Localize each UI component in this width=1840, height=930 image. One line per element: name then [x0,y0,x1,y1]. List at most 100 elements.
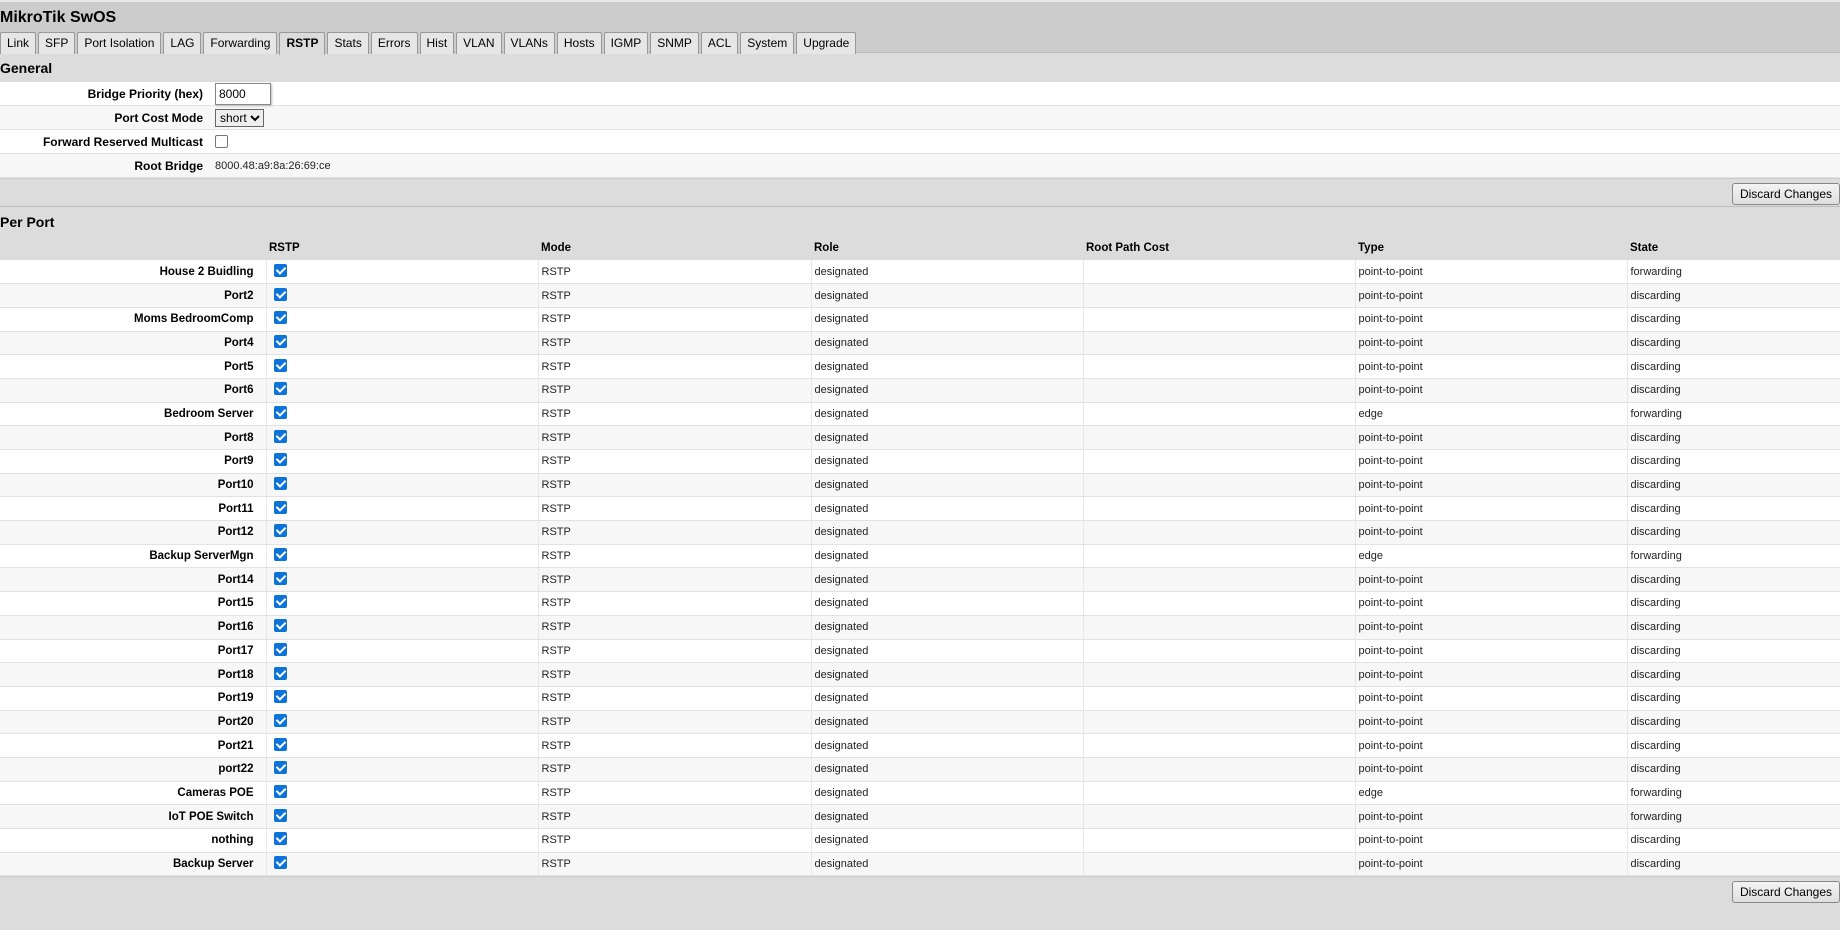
role-cell: designated [810,781,1083,806]
rstp-checkbox[interactable] [273,595,287,609]
forward-reserved-checkbox[interactable] [215,135,228,148]
type-cell: point-to-point [1354,591,1627,616]
tab-rstp[interactable]: RSTP [279,32,326,55]
rstp-checkbox[interactable] [273,619,287,633]
root-path-cost-cell [1082,662,1355,687]
root-bridge-row: Root Bridge 8000.48:a9:8a:26:69:ce [0,154,1840,178]
mode-cell: RSTP [537,662,811,687]
rstp-checkbox[interactable] [273,737,287,751]
tab-vlans[interactable]: VLANs [503,32,555,54]
rstp-cell [265,757,538,782]
rstp-checkbox[interactable] [273,287,287,301]
port-cost-mode-row: Port Cost Mode short [0,106,1840,130]
tab-hist[interactable]: Hist [419,32,455,54]
tab-acl[interactable]: ACL [700,32,739,54]
mode-cell: RSTP [537,402,811,427]
rstp-checkbox[interactable] [273,453,287,467]
rstp-checkbox[interactable] [273,642,287,656]
port-name: Moms BedroomComp [0,307,266,332]
role-cell: designated [810,331,1083,356]
type-cell: edge [1354,402,1627,427]
state-cell: forwarding [1626,544,1840,569]
rstp-checkbox[interactable] [273,382,287,396]
rstp-checkbox[interactable] [273,761,287,775]
tab-upgrade[interactable]: Upgrade [796,32,857,54]
mode-cell: RSTP [537,567,811,593]
rstp-checkbox[interactable] [273,808,287,822]
table-row: Port12 RSTP designated point-to-point discar… [0,520,1840,545]
rstp-checkbox[interactable] [273,548,287,562]
rstp-checkbox[interactable] [273,713,287,727]
rstp-checkbox[interactable] [273,429,287,443]
rstp-cell [265,710,538,735]
bridge-priority-input[interactable] [215,82,271,105]
tab-lag[interactable]: LAG [163,32,202,54]
tab-link[interactable]: Link [0,32,37,54]
tab-snmp[interactable]: SNMP [650,32,699,54]
root-bridge-value: 8000.48:a9:8a:26:69:ce [215,159,331,172]
rstp-cell [265,520,538,545]
rstp-checkbox[interactable] [273,856,287,870]
table-row: Port9 RSTP designated point-to-point discard… [0,449,1840,474]
tab-hosts[interactable]: Hosts [556,32,602,54]
rstp-checkbox[interactable] [273,311,287,325]
rstp-cell [265,425,538,450]
tab-vlan[interactable]: VLAN [456,32,502,54]
type-cell: edge [1354,781,1627,806]
port-name: Bedroom Server [0,402,266,427]
type-cell: point-to-point [1354,828,1627,853]
table-row: Port19 RSTP designated point-to-point discar… [0,686,1840,711]
type-cell: edge [1354,544,1627,569]
tab-errors[interactable]: Errors [370,32,418,54]
rstp-checkbox[interactable] [273,666,287,680]
mode-cell: RSTP [537,283,811,308]
root-path-cost-cell [1082,852,1355,877]
rstp-checkbox[interactable] [273,334,287,348]
rstp-checkbox[interactable] [273,524,287,538]
tab-igmp[interactable]: IGMP [603,32,649,54]
root-path-cost-cell [1082,686,1355,711]
rstp-checkbox[interactable] [273,784,287,798]
discard-changes-button[interactable]: Discard Changes [1731,183,1840,205]
forward-reserved-label: Forward Reserved Multicast [42,134,203,149]
mode-cell: RSTP [537,591,811,616]
tab-stats[interactable]: Stats [327,32,369,54]
rstp-checkbox[interactable] [273,405,287,419]
state-cell: forwarding [1626,260,1840,285]
tab-system[interactable]: System [740,32,795,54]
rstp-checkbox[interactable] [273,263,287,277]
general-heading: General [0,52,1840,82]
rstp-checkbox[interactable] [273,571,287,585]
rstp-cell [265,544,538,569]
root-path-cost-cell [1082,449,1355,474]
port-name: Port10 [0,473,266,498]
role-cell: designated [810,686,1083,711]
root-path-cost-cell [1082,804,1355,829]
table-row: Backup ServerMgn RSTP designated edge forwar… [0,544,1840,569]
column-header: Type [1355,236,1627,260]
tab-sfp[interactable]: SFP [38,32,76,54]
state-cell: forwarding [1626,402,1840,427]
rstp-checkbox[interactable] [273,690,287,704]
port-name: Port9 [0,449,266,474]
role-cell: designated [810,567,1083,593]
port-cost-mode-select[interactable]: short [215,108,264,127]
rstp-checkbox[interactable] [273,832,287,846]
rstp-checkbox[interactable] [273,358,287,372]
tab-port-isolation[interactable]: Port Isolation [77,32,162,54]
port-name: Backup ServerMgn [0,544,266,569]
tab-forwarding[interactable]: Forwarding [203,32,278,54]
rstp-checkbox[interactable] [273,477,287,491]
role-cell: designated [810,639,1083,664]
state-cell: discarding [1626,331,1840,356]
port-name: Port6 [0,378,266,403]
discard-changes-button[interactable]: Discard Changes [1731,881,1840,904]
mode-cell: RSTP [537,331,811,356]
rstp-cell [265,402,538,427]
bridge-priority-row: Bridge Priority (hex) [0,82,1840,106]
rstp-checkbox[interactable] [273,500,287,514]
rstp-cell [265,733,538,758]
rstp-cell [265,283,538,308]
mode-cell: RSTP [537,639,811,664]
state-cell: discarding [1626,473,1840,498]
